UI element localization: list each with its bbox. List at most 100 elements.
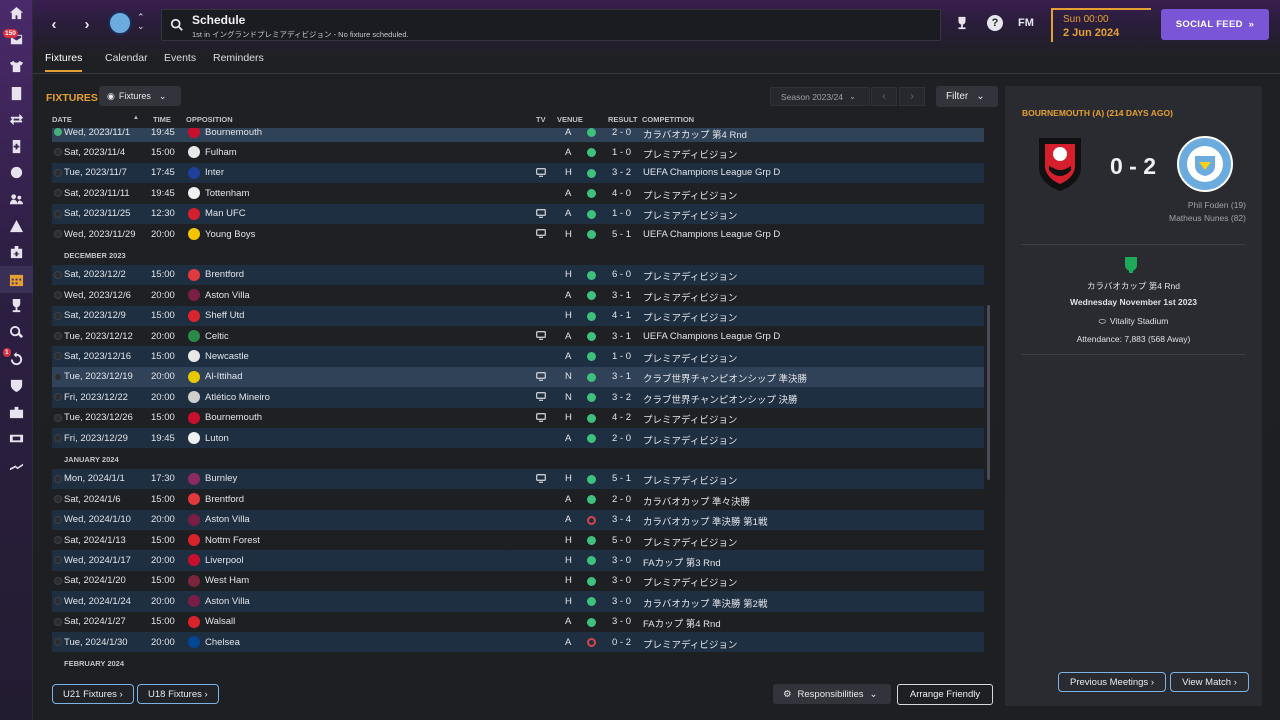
fixture-row[interactable]: Sat, 2024/1/6 15:00 Brentford A 2 - 0 カラバオカップ…	[52, 489, 984, 509]
sidebar-inbox[interactable]: 150	[0, 27, 33, 54]
fixture-result[interactable]: 2 - 0	[612, 128, 631, 138]
fixture-result[interactable]: 4 - 2	[612, 412, 631, 423]
fixture-competition[interactable]: プレミアディビジョン	[643, 208, 737, 222]
fixture-row[interactable]: Sat, 2024/1/13 15:00 Nottm Forest H 5 - 0 プレミ…	[52, 530, 984, 550]
fixture-opposition[interactable]: Fulham	[205, 147, 237, 158]
fixture-competition[interactable]: クラブ世界チャンピオンシップ 決勝	[643, 392, 798, 406]
u21-fixtures-button[interactable]: U21 Fixtures ›	[52, 684, 134, 704]
fixture-row[interactable]: Fri, 2023/12/22 20:00 Atlético Mineiro N 3 -…	[52, 387, 984, 408]
row-select-dot[interactable]	[54, 515, 62, 524]
fixture-row[interactable]: Tue, 2023/12/19 20:00 Al-Ittihad N 3 - 1 クラブ世…	[52, 366, 984, 388]
col-tv[interactable]: TV	[536, 115, 546, 124]
next-season-arrow-icon[interactable]: ›	[899, 87, 925, 106]
fixture-row[interactable]: Tue, 2023/12/12 20:00 Celtic A 3 - 1 UEFA Cha…	[52, 326, 984, 346]
col-competition[interactable]: COMPETITION	[642, 115, 694, 124]
fixture-opposition[interactable]: Celtic	[205, 331, 229, 342]
row-select-dot[interactable]	[54, 332, 62, 340]
sidebar-training[interactable]	[0, 213, 33, 240]
fixture-competition[interactable]: UEFA Champions League Grp D	[643, 331, 780, 342]
fixture-opposition[interactable]: Atlético Mineiro	[205, 392, 270, 403]
fixture-opposition[interactable]: West Ham	[205, 575, 249, 586]
row-select-dot[interactable]	[54, 536, 62, 544]
fixture-opposition[interactable]: Aston Villa	[205, 596, 250, 607]
sidebar-transfers[interactable]	[0, 106, 33, 133]
row-select-dot[interactable]	[54, 352, 62, 361]
row-select-dot[interactable]	[54, 474, 62, 483]
col-date[interactable]: DATE	[52, 115, 72, 124]
fixture-result[interactable]: 5 - 1	[612, 229, 631, 240]
fixture-result[interactable]: 4 - 1	[612, 310, 631, 321]
fixture-result[interactable]: 1 - 0	[612, 208, 631, 219]
help-button[interactable]: ?	[986, 14, 1004, 32]
fixture-opposition[interactable]: Bournemouth	[205, 128, 262, 138]
sidebar-scouting[interactable]	[0, 319, 33, 346]
sidebar-schedule[interactable]	[0, 265, 33, 293]
fixture-row[interactable]: Mon, 2024/1/1 17:30 Burnley H 5 - 1 プレミアディビジョ…	[52, 468, 984, 490]
fixture-row[interactable]: Sat, 2024/1/20 15:00 West Ham H 3 - 0 プレミアディビ…	[52, 571, 984, 591]
row-select-dot[interactable]	[54, 393, 62, 402]
sidebar-continue[interactable]	[0, 452, 33, 479]
fixture-row[interactable]: Wed, 2023/11/1 19:45 Bournemouth A 2 - 0 カラバオ…	[52, 128, 984, 143]
fixture-opposition[interactable]: Chelsea	[205, 637, 240, 648]
fixture-opposition[interactable]: Burnley	[205, 473, 237, 484]
fixture-competition[interactable]: カラバオカップ 準々決勝	[643, 494, 750, 508]
row-select-dot[interactable]	[54, 209, 62, 218]
fixture-result[interactable]: 3 - 0	[612, 575, 631, 586]
fixture-competition[interactable]: プレミアディビジョン	[643, 351, 737, 365]
social-feed-button[interactable]: SOCIAL FEED »	[1161, 9, 1269, 40]
sidebar-staff[interactable]	[0, 186, 33, 213]
fixture-competition[interactable]: UEFA Champions League Grp D	[643, 229, 780, 240]
row-select-dot[interactable]	[54, 372, 62, 381]
fixture-competition[interactable]: プレミアディビジョン	[643, 433, 737, 447]
filter-button[interactable]: Filter ⌄	[936, 86, 998, 107]
fixture-competition[interactable]: プレミアディビジョン	[643, 473, 737, 487]
row-select-dot[interactable]	[54, 168, 62, 177]
fixture-row[interactable]: Wed, 2024/1/17 20:00 Liverpool H 3 - 0 FAカップ …	[52, 550, 984, 571]
row-select-dot[interactable]	[54, 311, 62, 320]
trophy-icon[interactable]	[953, 14, 971, 32]
sidebar-competitions[interactable]	[0, 293, 33, 320]
sidebar-data-hub[interactable]	[0, 160, 33, 187]
sidebar-club-info[interactable]	[0, 372, 33, 399]
tab-calendar[interactable]: Calendar	[105, 52, 148, 70]
fixture-opposition[interactable]: Luton	[205, 433, 229, 444]
sidebar-finances[interactable]	[0, 399, 33, 426]
fixture-opposition[interactable]: Young Boys	[205, 229, 255, 240]
fixture-result[interactable]: 3 - 0	[612, 616, 631, 627]
row-select-dot[interactable]	[54, 617, 62, 626]
u18-fixtures-button[interactable]: U18 Fixtures ›	[137, 684, 219, 704]
fixture-opposition[interactable]: Tottenham	[205, 188, 249, 199]
fixture-opposition[interactable]: Brentford	[205, 269, 244, 280]
row-select-dot[interactable]	[54, 556, 62, 565]
fixture-competition[interactable]: FAカップ 第3 Rnd	[643, 555, 721, 569]
fixture-row[interactable]: Sat, 2023/12/16 15:00 Newcastle A 1 - 0 プレミアデ…	[52, 346, 984, 367]
row-select-dot[interactable]	[54, 597, 62, 606]
fixture-opposition[interactable]: Nottm Forest	[205, 535, 260, 546]
fixture-opposition[interactable]: Sheff Utd	[205, 310, 244, 321]
fixture-opposition[interactable]: Newcastle	[205, 351, 249, 362]
tab-fixtures[interactable]: Fixtures	[45, 52, 83, 72]
row-select-dot[interactable]	[54, 189, 62, 198]
fixture-row[interactable]: Tue, 2023/11/7 17:45 Inter H 3 - 2 UEFA Champ…	[52, 162, 984, 184]
fixture-result[interactable]: 3 - 0	[612, 555, 631, 566]
fixture-result[interactable]: 3 - 1	[612, 331, 631, 342]
fixture-result[interactable]: 3 - 1	[612, 290, 631, 301]
club-switch-chevron-icon[interactable]: ⌃ ⌄	[137, 13, 145, 31]
fixture-row[interactable]: Tue, 2023/12/26 15:00 Bournemouth H 4 - 2 プレミ…	[52, 408, 984, 428]
col-result[interactable]: RESULT	[608, 115, 637, 124]
fixture-opposition[interactable]: Liverpool	[205, 555, 244, 566]
sidebar-club-vision[interactable]	[0, 239, 33, 266]
fixture-opposition[interactable]: Bournemouth	[205, 412, 262, 423]
fixture-competition[interactable]: カラバオカップ 準決勝 第1戦	[643, 514, 767, 528]
fixture-row[interactable]: Sat, 2023/11/4 15:00 Fulham A 1 - 0 プレミアディビジョ…	[52, 142, 984, 162]
fixture-row[interactable]: Sat, 2023/11/25 12:30 Man UFC A 1 - 0 プレミアディビ…	[52, 203, 984, 224]
club-crest[interactable]	[108, 11, 132, 35]
previous-meetings-button[interactable]: Previous Meetings ›	[1058, 672, 1166, 692]
row-select-dot[interactable]	[54, 291, 62, 300]
fixture-result[interactable]: 5 - 0	[612, 535, 631, 546]
fixture-result[interactable]: 5 - 1	[612, 473, 631, 484]
col-opposition[interactable]: OPPOSITION	[186, 115, 233, 124]
prev-season-arrow-icon[interactable]: ‹	[871, 87, 897, 106]
row-select-dot[interactable]	[54, 148, 62, 157]
fixture-result[interactable]: 3 - 1	[612, 371, 631, 382]
